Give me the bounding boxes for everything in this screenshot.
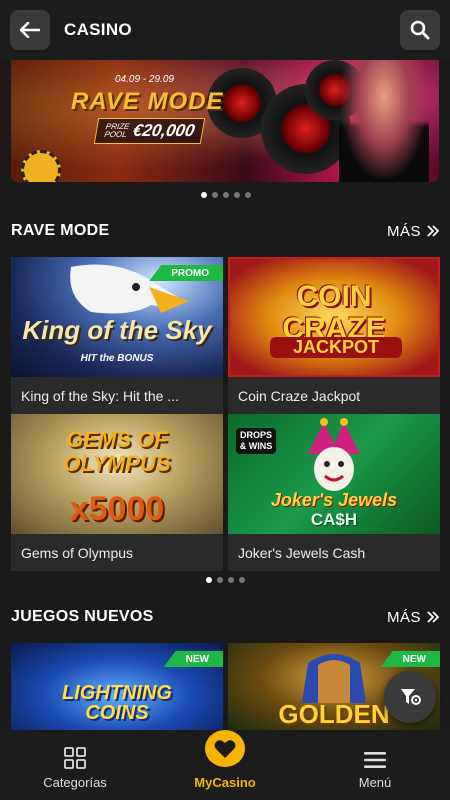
game-thumbnail: King of the Sky HIT the BONUS PROMO xyxy=(11,257,223,377)
carousel-dot[interactable] xyxy=(201,192,207,198)
game-card[interactable]: DROPS & WINS Joker's Jewels CA$H Joker's… xyxy=(228,414,440,571)
carousel-dot[interactable] xyxy=(228,577,234,583)
carousel-dot[interactable] xyxy=(223,192,229,198)
section-carousel-dots xyxy=(206,577,245,583)
game-name: Joker's Jewels Cash xyxy=(238,544,366,561)
prize-amount: €20,000 xyxy=(131,121,197,140)
carousel-dot[interactable] xyxy=(245,192,251,198)
hamburger-menu-icon xyxy=(364,752,386,768)
heart-icon xyxy=(214,739,236,758)
banner-date-range: 04.09 - 29.09 xyxy=(115,74,174,85)
nav-menu[interactable]: Menú xyxy=(300,730,450,800)
game-art-title: LIGHTNING COINS xyxy=(62,682,172,724)
banner-title: RAVE MODE xyxy=(71,88,224,115)
game-thumbnail: LIGHTNING COINS NEW xyxy=(11,643,223,730)
game-thumbnail: GEMS OF OLYMPUS x5000 xyxy=(11,414,223,534)
carousel-dot[interactable] xyxy=(234,192,240,198)
more-link[interactable]: MÁS xyxy=(387,223,439,240)
filter-icon xyxy=(401,689,421,705)
section-header-new-games: JUEGOS NUEVOS MÁS xyxy=(11,608,439,626)
nav-label: MyCasino xyxy=(194,775,256,790)
nav-categories[interactable]: Categorías xyxy=(0,730,150,800)
more-label: MÁS xyxy=(386,608,421,626)
casino-chip-graphic xyxy=(21,150,61,182)
back-button[interactable] xyxy=(10,10,50,50)
carousel-dot[interactable] xyxy=(206,577,212,583)
section-header-rave-mode: RAVE MODE MÁS xyxy=(11,222,439,240)
new-badge: NEW xyxy=(163,651,223,667)
search-icon xyxy=(410,20,430,40)
game-art-subtitle: JACKPOT xyxy=(270,337,402,358)
game-thumbnail: DROPS & WINS Joker's Jewels CA$H xyxy=(228,414,440,534)
carousel-dot[interactable] xyxy=(212,192,218,198)
banner-carousel-dots xyxy=(201,192,251,198)
game-art-subtitle: x5000 xyxy=(69,490,165,528)
game-art-title: GEMS OF OLYMPUS xyxy=(63,427,171,476)
nav-label: Menú xyxy=(358,775,392,790)
game-thumbnail: COIN CRAZE JACKPOT xyxy=(228,257,440,377)
section-title: RAVE MODE xyxy=(11,222,110,239)
game-card[interactable]: GEMS OF OLYMPUS x5000 Gems of Olympus xyxy=(11,414,223,571)
game-card[interactable]: LIGHTNING COINS NEW xyxy=(11,643,223,730)
more-label: MÁS xyxy=(386,222,421,240)
bottom-navigation: Categorías MyCasino Menú xyxy=(0,730,450,800)
game-name: Gems of Olympus xyxy=(21,544,134,561)
game-card[interactable]: King of the Sky HIT the BONUS PROMO King… xyxy=(11,257,223,414)
game-name: Coin Craze Jackpot xyxy=(238,387,361,404)
game-art-subtitle: HIT the BONUS xyxy=(80,353,154,364)
promo-banner[interactable]: 04.09 - 29.09 RAVE MODE PRIZE POOL €20,0… xyxy=(11,60,439,182)
promo-badge: PROMO xyxy=(149,265,223,281)
section-title: JUEGOS NUEVOS xyxy=(11,608,154,625)
filter-button[interactable] xyxy=(384,671,436,723)
double-chevron-right-icon xyxy=(427,611,439,623)
game-name: King of the Sky: Hit the ... xyxy=(21,387,179,404)
dj-character xyxy=(339,60,429,182)
search-button[interactable] xyxy=(400,10,440,50)
grid-icon xyxy=(64,747,86,769)
top-bar: CASINO xyxy=(0,0,450,60)
prize-pool-box: PRIZE POOL €20,000 xyxy=(93,118,206,144)
nav-label: Categorías xyxy=(43,775,107,790)
game-art-title: COIN CRAZE xyxy=(282,280,386,345)
arrow-left-icon xyxy=(20,22,40,38)
carousel-dot[interactable] xyxy=(217,577,223,583)
mycasino-badge xyxy=(205,730,245,767)
game-art-title: King of the Sky xyxy=(22,315,212,345)
game-art-title: Joker's Jewels xyxy=(270,490,398,510)
game-card[interactable]: COIN CRAZE JACKPOT Coin Craze Jackpot xyxy=(228,257,440,414)
drops-wins-tag: DROPS & WINS xyxy=(236,428,276,454)
nav-mycasino[interactable]: MyCasino xyxy=(150,730,300,800)
prize-pool-label: PRIZE POOL xyxy=(103,122,131,139)
game-art-subtitle: CA$H xyxy=(310,510,358,529)
carousel-dot[interactable] xyxy=(239,577,245,583)
double-chevron-right-icon xyxy=(427,225,439,237)
more-link[interactable]: MÁS xyxy=(387,609,439,626)
page-title: CASINO xyxy=(64,20,132,39)
